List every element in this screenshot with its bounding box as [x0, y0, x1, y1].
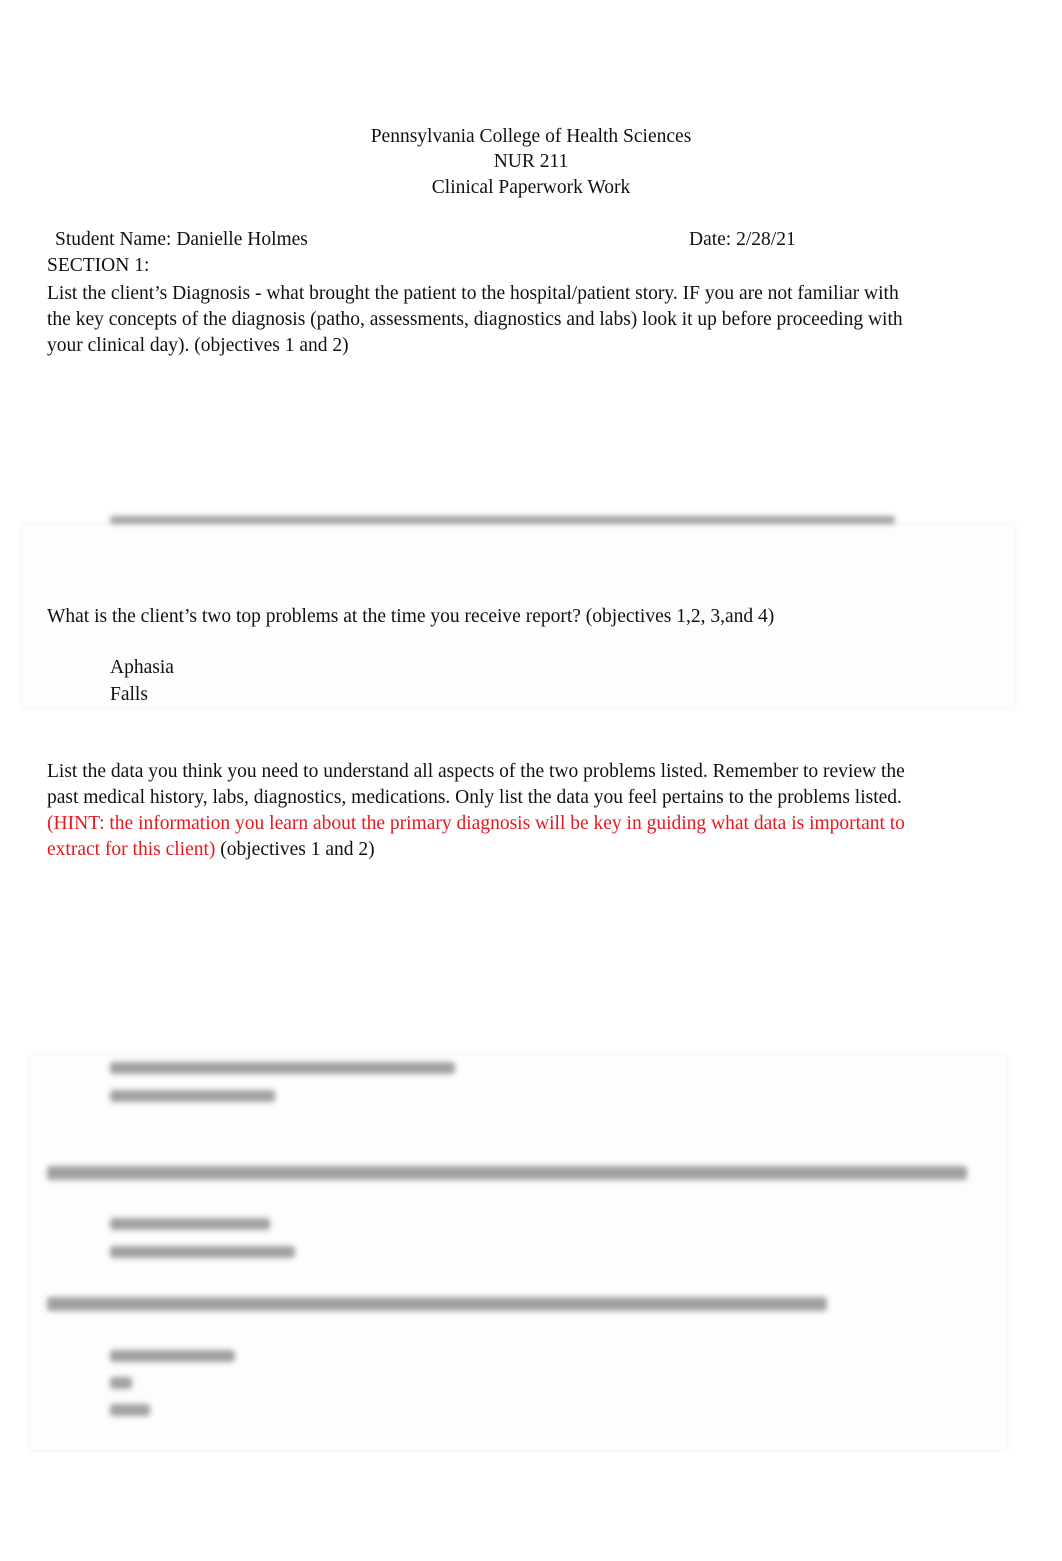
blurred-text — [110, 1246, 295, 1258]
diagnosis-question: List the client’s Diagnosis - what broug… — [47, 281, 977, 359]
blurred-text — [110, 516, 895, 524]
blurred-text — [110, 1090, 275, 1102]
blurred-text — [47, 1166, 967, 1180]
problem-item: Aphasia — [110, 657, 174, 678]
objectives-text: (objectives 1 and 2) — [215, 839, 375, 860]
date: Date: 2/28/21 — [689, 229, 796, 250]
problem-item: Falls — [110, 684, 148, 705]
section-heading: SECTION 1: — [47, 255, 150, 276]
hint-text: (HINT: the information you learn about t… — [47, 813, 905, 834]
document-page: Pennsylvania College of Health Sciences … — [0, 0, 1062, 1561]
question-line: your clinical day). (objectives 1 and 2) — [47, 335, 349, 356]
question-line: List the data you think you need to unde… — [47, 761, 905, 782]
blurred-text — [110, 1404, 150, 1416]
question-line: the key concepts of the diagnosis (patho… — [47, 309, 903, 330]
blurred-text — [110, 1377, 132, 1389]
blurred-text — [110, 1062, 455, 1074]
course-code: NUR 211 — [493, 151, 569, 172]
student-name: Student Name: Danielle Holmes — [55, 229, 308, 250]
data-question: List the data you think you need to unde… — [47, 759, 977, 863]
blurred-text — [47, 1297, 827, 1311]
institution-name: Pennsylvania College of Health Sciences — [370, 126, 692, 147]
blurred-text — [110, 1218, 270, 1230]
top-problems-question: What is the client’s two top problems at… — [47, 606, 775, 627]
hint-text: extract for this client) — [47, 839, 216, 860]
question-line: past medical history, labs, diagnostics,… — [47, 787, 902, 808]
question-line: List the client’s Diagnosis - what broug… — [47, 283, 899, 304]
document-title: Clinical Paperwork Work — [431, 177, 631, 198]
blurred-text — [110, 1350, 235, 1362]
